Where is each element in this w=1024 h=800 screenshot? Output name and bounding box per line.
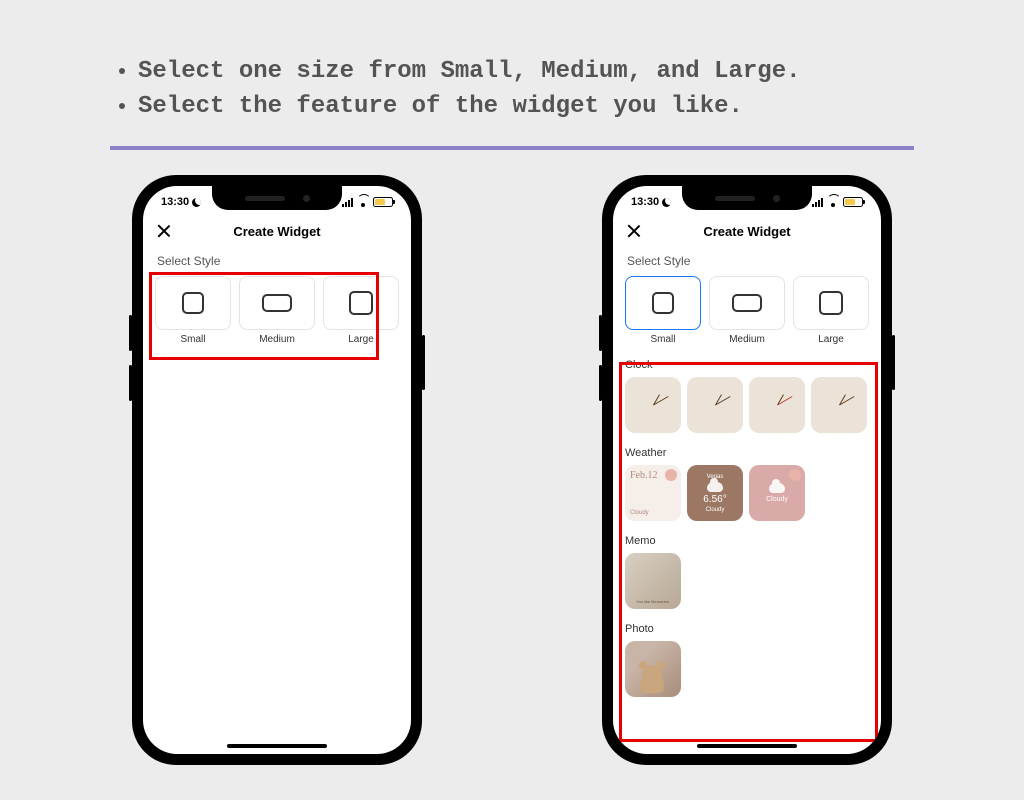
- memo-widget-option[interactable]: You like Memories.: [625, 553, 681, 609]
- battery-icon: [373, 197, 393, 207]
- weather-temp: 6.56°: [703, 494, 726, 505]
- size-label-small: Small: [625, 334, 701, 345]
- clock-widget-option[interactable]: [811, 377, 867, 433]
- memo-text: You like Memories.: [636, 600, 670, 605]
- close-icon[interactable]: [627, 224, 641, 238]
- size-option-medium[interactable]: [709, 276, 785, 330]
- phone-notch: [682, 186, 812, 210]
- clock-widget-option[interactable]: [749, 377, 805, 433]
- size-option-large[interactable]: [793, 276, 869, 330]
- divider: [110, 146, 914, 150]
- clock-widget-option[interactable]: [625, 377, 681, 433]
- size-label-small: Small: [155, 334, 231, 345]
- phone-mockup-right: 13:30 Create Widget Select Style: [602, 175, 892, 765]
- phone-notch: [212, 186, 342, 210]
- instructions-block: Select one size from Small, Medium, and …: [110, 55, 914, 125]
- photo-widget-option[interactable]: [625, 641, 681, 697]
- weather-widget-option[interactable]: Cloudy: [749, 465, 805, 521]
- close-icon[interactable]: [157, 224, 171, 238]
- size-label-medium: Medium: [709, 334, 785, 345]
- sun-icon: [789, 469, 801, 481]
- sun-icon: [665, 469, 677, 481]
- weather-cond: Cloudy: [766, 496, 788, 503]
- weather-cond: Cloudy: [706, 507, 725, 513]
- size-label-large: Large: [323, 334, 399, 345]
- instruction-item: Select one size from Small, Medium, and …: [138, 55, 914, 90]
- page-title: Create Widget: [233, 224, 320, 239]
- cloud-icon: [707, 482, 723, 492]
- category-memo-label: Memo: [625, 535, 869, 547]
- status-time: 13:30: [631, 196, 659, 208]
- home-indicator: [227, 744, 327, 748]
- page-title: Create Widget: [703, 224, 790, 239]
- select-style-label: Select Style: [157, 254, 399, 268]
- category-weather-label: Weather: [625, 447, 869, 459]
- size-option-small[interactable]: [155, 276, 231, 330]
- clock-widget-option[interactable]: [687, 377, 743, 433]
- cloud-icon: [769, 483, 785, 493]
- size-option-medium[interactable]: [239, 276, 315, 330]
- size-label-large: Large: [793, 334, 869, 345]
- size-label-medium: Medium: [239, 334, 315, 345]
- phone-mockup-left: 13:30 Create Widget Select Style: [132, 175, 422, 765]
- select-style-label: Select Style: [627, 254, 869, 268]
- status-time: 13:30: [161, 196, 189, 208]
- bear-photo: [637, 661, 667, 693]
- home-indicator: [697, 744, 797, 748]
- battery-icon: [843, 197, 863, 207]
- weather-widget-option[interactable]: Vegas 6.56° Cloudy: [687, 465, 743, 521]
- dnd-icon: [192, 198, 201, 207]
- dnd-icon: [662, 198, 671, 207]
- category-photo-label: Photo: [625, 623, 869, 635]
- size-option-small[interactable]: [625, 276, 701, 330]
- instruction-item: Select the feature of the widget you lik…: [138, 90, 914, 125]
- category-clock-label: Clock: [625, 359, 869, 371]
- signal-icon: [812, 198, 823, 207]
- wifi-icon: [827, 198, 839, 207]
- weather-cond: Cloudy: [630, 510, 676, 516]
- weather-widget-option[interactable]: Feb.12 Cloudy: [625, 465, 681, 521]
- wifi-icon: [357, 198, 369, 207]
- size-option-large[interactable]: [323, 276, 399, 330]
- signal-icon: [342, 198, 353, 207]
